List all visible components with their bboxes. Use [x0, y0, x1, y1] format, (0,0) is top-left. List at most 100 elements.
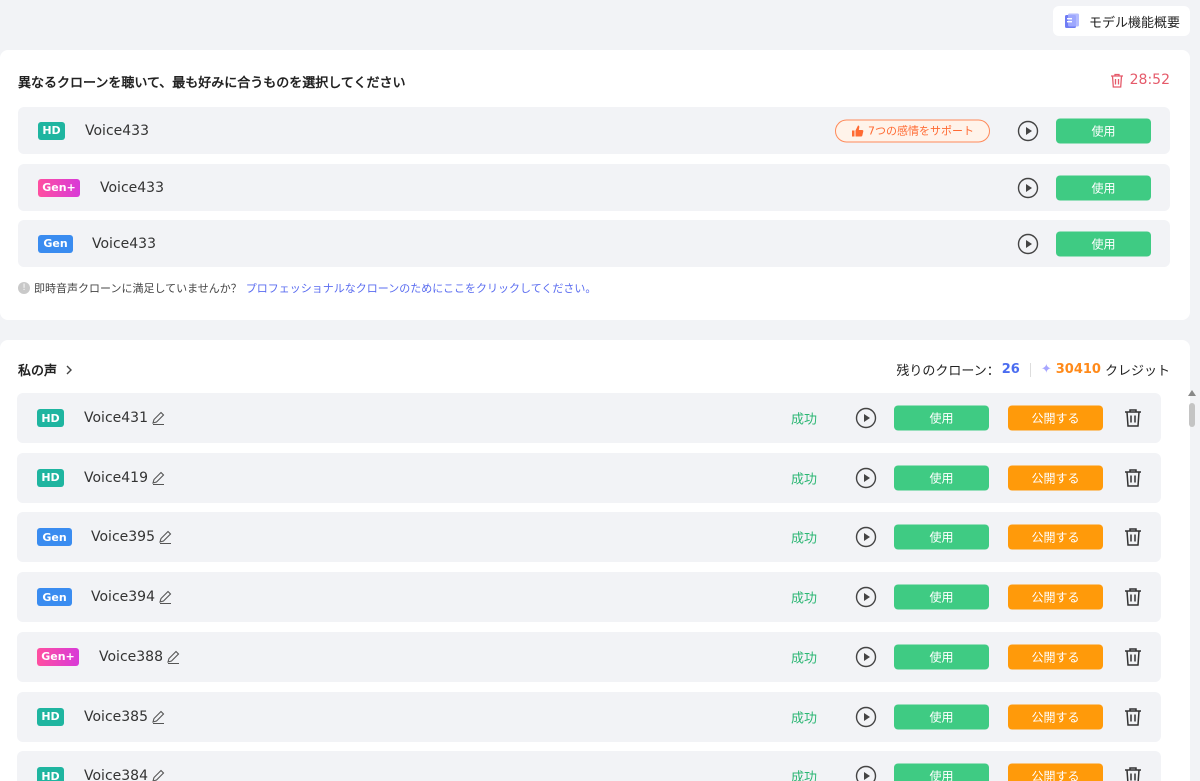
clone-row: Gen Voice433 使用 [18, 220, 1170, 267]
voice-name: Voice431 [84, 410, 148, 426]
trash-icon[interactable] [1123, 408, 1143, 428]
clone-selection-panel: 異なるクローンを聴いて、最も好みに合うものを選択してください 28:52 HD … [0, 50, 1190, 320]
my-voices-title[interactable]: 私の声 [18, 360, 73, 379]
voice-name: Voice433 [100, 179, 164, 196]
hint-text: 即時音声クローンに満足していませんか？ [34, 282, 242, 295]
use-button[interactable]: 使用 [1056, 231, 1151, 256]
use-button[interactable]: 使用 [1056, 118, 1151, 143]
publish-button[interactable]: 公開する [1008, 524, 1103, 550]
my-voices-label: 私の声 [18, 364, 58, 379]
play-icon[interactable] [1017, 120, 1039, 142]
voice-name-wrap: Voice419 [84, 470, 165, 486]
trash-icon[interactable] [1110, 73, 1124, 88]
edit-pencil-icon[interactable] [166, 650, 180, 664]
sparkle-icon: ✦ [1040, 362, 1052, 377]
use-button[interactable]: 使用 [894, 644, 989, 670]
voice-row: Gen Voice395 成功 使用 公開する [17, 512, 1161, 563]
play-icon[interactable] [855, 765, 877, 781]
play-icon[interactable] [855, 526, 877, 548]
publish-button[interactable]: 公開する [1008, 405, 1103, 431]
play-icon[interactable] [855, 706, 877, 728]
voice-row: HD Voice385 成功 使用 公開する [17, 691, 1161, 742]
play-icon[interactable] [1017, 177, 1039, 199]
hd-badge: HD [37, 409, 64, 427]
voice-name-wrap: Voice431 [84, 410, 165, 426]
edit-pencil-icon[interactable] [151, 411, 165, 425]
edit-pencil-icon[interactable] [151, 769, 165, 781]
my-voices-panel: 私の声 残りのクローン： 26 ✦ 30410 クレジット HD Voice431… [0, 340, 1190, 781]
chevron-right-icon [66, 365, 73, 374]
edit-pencil-icon[interactable] [158, 590, 172, 605]
hd-badge: HD [37, 707, 64, 726]
hd-badge: HD [37, 468, 64, 487]
publish-button[interactable]: 公開する [1008, 704, 1103, 729]
edit-pencil-icon[interactable] [158, 530, 172, 545]
use-button[interactable]: 使用 [894, 524, 989, 550]
professional-clone-link[interactable]: プロフェッショナルなクローンのためにここをクリックしてください。 [246, 280, 597, 296]
clone-row: Gen+ Voice433 使用 [18, 164, 1170, 211]
voice-name-wrap: Voice384 [84, 768, 165, 781]
voice-name: Voice384 [84, 768, 148, 781]
voice-name: Voice388 [99, 648, 163, 665]
emotion-tag-label: 7つの感情をサポート [868, 124, 974, 138]
scroll-up-arrow-icon[interactable] [1188, 390, 1196, 396]
play-icon[interactable] [855, 407, 877, 429]
status-label: 成功 [791, 472, 818, 488]
publish-button[interactable]: 公開する [1008, 763, 1103, 781]
emotion-support-tag: 7つの感情をサポート [835, 119, 990, 142]
use-button[interactable]: 使用 [1056, 175, 1151, 200]
timer-value: 28:52 [1129, 72, 1170, 88]
trash-icon[interactable] [1123, 766, 1143, 781]
trash-icon[interactable] [1123, 707, 1143, 727]
status-label: 成功 [791, 412, 818, 428]
voice-name-wrap: Voice385 [84, 709, 165, 725]
voice-name: Voice394 [91, 589, 155, 606]
use-button[interactable]: 使用 [894, 405, 989, 431]
edit-pencil-icon[interactable] [151, 710, 165, 724]
clone-panel-title: 異なるクローンを聴いて、最も好みに合うものを選択してください [18, 76, 406, 91]
remaining-count: 26 [1001, 362, 1020, 377]
gen-badge: Gen [38, 234, 73, 253]
voice-name-wrap: Voice395 [91, 529, 172, 545]
play-icon[interactable] [855, 586, 877, 608]
status-label: 成功 [791, 651, 818, 667]
trash-icon[interactable] [1123, 527, 1143, 547]
voice-name: Voice395 [91, 529, 155, 546]
status-label: 成功 [791, 770, 818, 781]
use-button[interactable]: 使用 [894, 704, 989, 729]
gen-badge: Gen [37, 588, 72, 607]
publish-button[interactable]: 公開する [1008, 584, 1103, 610]
genplus-badge: Gen+ [37, 647, 79, 666]
model-overview-button[interactable]: モデル機能概要 [1052, 6, 1190, 36]
trash-icon[interactable] [1123, 587, 1143, 607]
model-overview-label: モデル機能概要 [1088, 15, 1180, 31]
voice-name: Voice385 [84, 708, 148, 725]
remaining-label: 残りのクローン： [896, 364, 1000, 379]
scrollbar-thumb[interactable] [1189, 403, 1195, 427]
hd-badge: HD [37, 767, 64, 781]
voice-row: Gen Voice394 成功 使用 公開する [17, 572, 1161, 623]
scrollbar[interactable] [1188, 390, 1196, 781]
clone-stats: 残りのクローン： 26 ✦ 30410 クレジット [896, 360, 1170, 379]
credits-value: 30410 [1055, 362, 1101, 377]
voice-row: HD Voice419 成功 使用 公開する [17, 452, 1161, 503]
play-icon[interactable] [855, 646, 877, 668]
edit-pencil-icon[interactable] [151, 471, 165, 485]
trash-icon[interactable] [1123, 647, 1143, 667]
book-icon [1064, 13, 1079, 28]
topbar: モデル機能概要 [1052, 6, 1190, 36]
play-icon[interactable] [855, 467, 877, 489]
voice-row: HD Voice431 成功 使用 公開する [17, 393, 1161, 443]
publish-button[interactable]: 公開する [1008, 465, 1103, 491]
status-label: 成功 [791, 711, 818, 726]
clone-row: HD Voice433 7つの感情をサポート 使用 [18, 107, 1170, 154]
use-button[interactable]: 使用 [894, 763, 989, 781]
trash-icon[interactable] [1123, 468, 1143, 488]
use-button[interactable]: 使用 [894, 584, 989, 610]
play-icon[interactable] [1017, 233, 1039, 255]
publish-button[interactable]: 公開する [1008, 644, 1103, 670]
voice-name: Voice433 [85, 122, 149, 139]
professional-clone-hint: ! 即時音声クローンに満足していませんか？ プロフェッショナルなクローンのために… [18, 280, 596, 296]
use-button[interactable]: 使用 [894, 465, 989, 491]
voice-name: Voice419 [84, 469, 148, 486]
